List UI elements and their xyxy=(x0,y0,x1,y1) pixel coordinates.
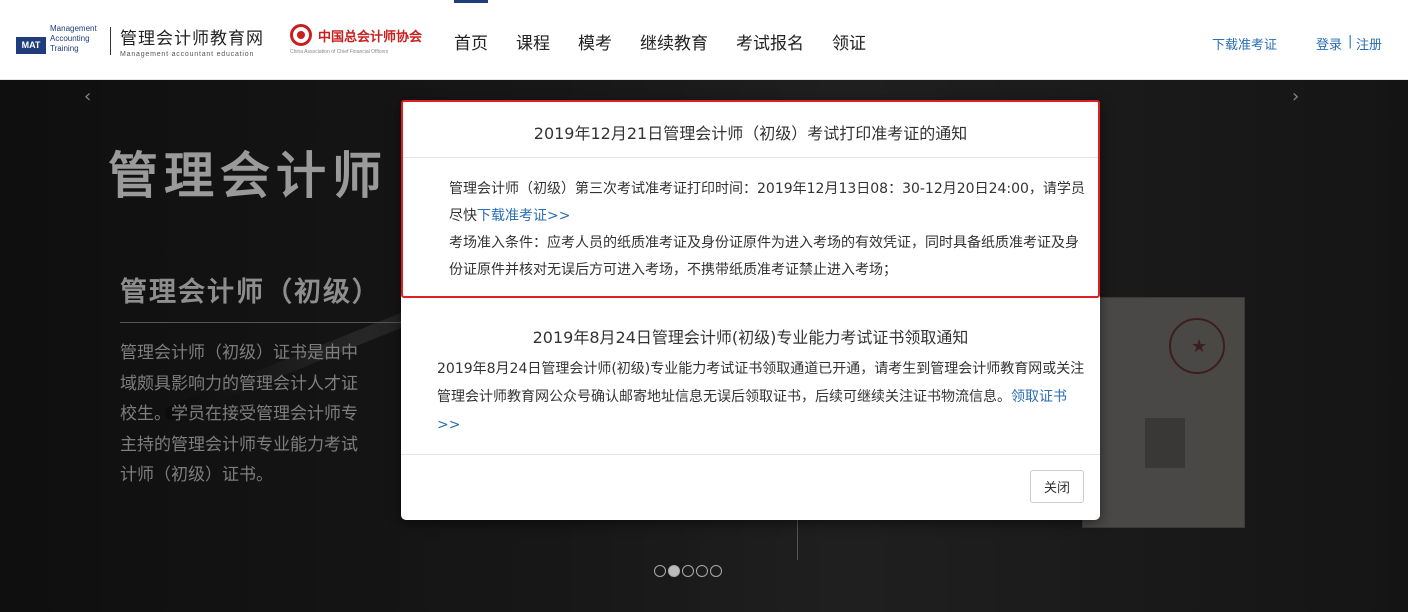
hero-title: 管理会计师 xyxy=(108,147,388,205)
partner-name-en: China Association of Chief Financial Off… xyxy=(290,49,389,55)
mat-logo-mark: MAT xyxy=(16,37,46,54)
carousel-dot[interactable] xyxy=(710,565,722,577)
carousel-next-arrow-icon[interactable]: › xyxy=(1292,86,1299,107)
mat-logo-line: Accounting xyxy=(50,34,90,43)
brand-name-cn: 管理会计师教育网 xyxy=(120,29,264,49)
hero-description-line: 域颇具影响力的管理会计人才证 xyxy=(120,373,358,394)
notice-paragraph: 考场准入条件：应考人员的纸质准考证及身份证原件为进入考场的有效凭证，同时具备纸质… xyxy=(449,235,1079,278)
logo-divider xyxy=(110,27,111,55)
carousel-indicators xyxy=(654,565,722,577)
hero-description-line: 主持的管理会计师专业能力考试 xyxy=(120,434,358,455)
mat-logo-line: Management xyxy=(50,24,97,33)
nav-exam-registration[interactable]: 考试报名 xyxy=(722,0,818,80)
brand-name-en: Management accountant education xyxy=(120,51,255,58)
notice-title: 2019年12月21日管理会计师（初级）考试打印准考证的通知 xyxy=(533,124,968,143)
notice-modal: 2019年12月21日管理会计师（初级）考试打印准考证的通知 管理会计师（初级）… xyxy=(401,100,1100,520)
close-button[interactable]: 关闭 xyxy=(1030,470,1084,503)
notice-paragraph: 管理会计师（初级）第三次考试准考证打印时间：2019年12月13日08：30-1… xyxy=(417,176,1087,230)
download-admission-ticket-link[interactable]: 下载准考证>> xyxy=(477,208,570,224)
partner-emblem-icon xyxy=(290,24,312,46)
hero-description: 管理会计师（初级）证书是由中 域颇具影响力的管理会计人才证 校生。学员在接受管理… xyxy=(120,338,430,491)
mat-logo[interactable]: MAT Management Accounting Training xyxy=(16,24,104,56)
register-link[interactable]: 注册 xyxy=(1356,34,1382,53)
nav-home[interactable]: 首页 xyxy=(440,0,502,80)
notice-title: 2019年8月24日管理会计师(初级)专业能力考试证书领取通知 xyxy=(532,328,969,347)
carousel-dot[interactable] xyxy=(654,565,666,577)
login-link[interactable]: 登录 xyxy=(1316,34,1342,53)
carousel-dot[interactable] xyxy=(668,565,680,577)
main-nav: 首页 课程 模考 继续教育 考试报名 领证 xyxy=(440,0,880,80)
hero-subtitle: 管理会计师（初级） xyxy=(120,277,381,308)
notice-text: 2019年8月24日管理会计师(初级)专业能力考试证书领取通道已开通，请考生到管… xyxy=(437,361,1085,405)
nav-courses[interactable]: 课程 xyxy=(502,0,564,80)
site-header: MAT Management Accounting Training 管理会计师… xyxy=(0,0,1408,80)
carousel-dot[interactable] xyxy=(682,565,694,577)
hero-description-line: 管理会计师（初级）证书是由中 xyxy=(120,343,358,363)
carousel-dot[interactable] xyxy=(696,565,708,577)
notice-divider xyxy=(403,157,1098,158)
brand-name[interactable]: 管理会计师教育网 Management accountant education xyxy=(120,24,264,58)
hero-decor-line xyxy=(797,520,798,560)
notice-body: 管理会计师（初级）第三次考试准考证打印时间：2019年12月13日08：30-1… xyxy=(417,176,1087,284)
carousel-prev-arrow-icon[interactable]: ‹ xyxy=(84,86,91,107)
download-admission-link[interactable]: 下载准考证 xyxy=(1212,34,1277,53)
mat-logo-line: Training xyxy=(50,44,79,53)
nav-continuing-education[interactable]: 继续教育 xyxy=(626,0,722,80)
nav-mock-exam[interactable]: 模考 xyxy=(564,0,626,80)
notice-admission-ticket: 2019年12月21日管理会计师（初级）考试打印准考证的通知 管理会计师（初级）… xyxy=(401,100,1100,298)
hero-description-line: 计师（初级）证书。 xyxy=(120,465,273,485)
notice-body: 2019年8月24日管理会计师(初级)专业能力考试证书领取通道已开通，请考生到管… xyxy=(417,355,1087,439)
mat-logo-words: Management Accounting Training xyxy=(50,24,97,54)
modal-footer-divider xyxy=(401,454,1100,455)
nav-certificate[interactable]: 领证 xyxy=(818,0,880,80)
hero-description-line: 校生。学员在接受管理会计师专 xyxy=(120,404,358,424)
partner-name-cn: 中国总会计师协会 xyxy=(318,30,423,45)
notice-paragraph: 2019年8月24日管理会计师(初级)专业能力考试证书领取通道已开通，请考生到管… xyxy=(417,355,1087,439)
link-separator: | xyxy=(1348,34,1353,49)
